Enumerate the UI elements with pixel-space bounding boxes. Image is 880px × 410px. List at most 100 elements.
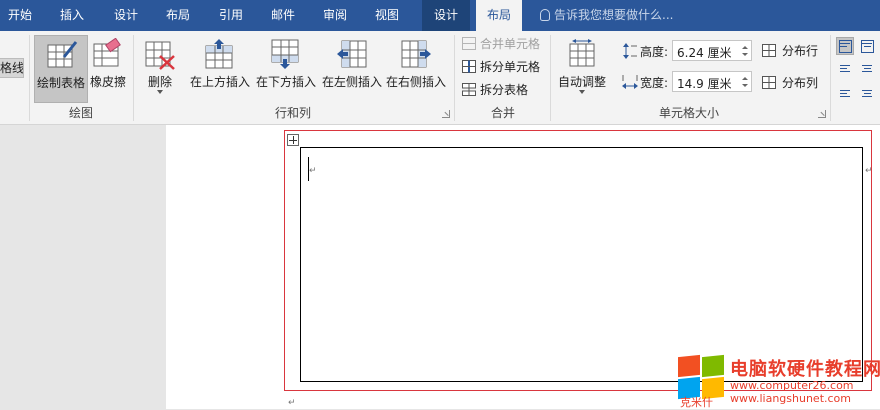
column-width-input[interactable]: 14.9 厘米 [672, 71, 752, 92]
insert-left-button[interactable]: 在左侧插入 [320, 35, 384, 103]
spin-down-icon[interactable] [742, 84, 748, 87]
split-table-icon [462, 83, 476, 96]
insert-below-button[interactable]: 在下方插入 [254, 35, 318, 103]
row-height-label: 高度: [640, 45, 669, 59]
align-middle-left-icon [840, 65, 850, 66]
group-separator [133, 35, 134, 121]
table-move-handle-icon[interactable] [287, 134, 299, 146]
table-cell[interactable] [300, 147, 863, 382]
insert-right-icon [401, 40, 431, 68]
insert-above-label: 在上方插入 [189, 75, 250, 89]
view-gridlines-button[interactable]: 格线 [0, 58, 24, 78]
tab-review[interactable]: 审阅 [312, 0, 358, 31]
draw-group-label: 绘图 [68, 106, 93, 120]
group-separator [454, 35, 455, 121]
tab-insert[interactable]: 插入 [46, 0, 98, 31]
insert-below-icon [271, 39, 299, 69]
split-cells-icon [462, 60, 476, 73]
insert-left-label: 在左侧插入 [321, 75, 382, 89]
rows-columns-dialog-launcher-icon[interactable] [442, 110, 450, 118]
draw-table-button[interactable]: 绘制表格 [34, 35, 88, 103]
distribute-columns-icon [762, 76, 776, 89]
rows-columns-group-label: 行和列 [274, 106, 311, 120]
distribute-columns-label: 分布列 [782, 76, 819, 90]
draw-table-label: 绘制表格 [36, 76, 85, 90]
spin-up-icon[interactable] [742, 46, 748, 49]
insert-left-icon [337, 40, 367, 68]
split-table-label: 拆分表格 [480, 83, 529, 97]
insert-above-button[interactable]: 在上方插入 [188, 35, 252, 103]
align-bottom-left-button[interactable] [836, 81, 854, 99]
group-separator [550, 35, 551, 121]
insert-right-label: 在右侧插入 [385, 75, 446, 89]
draw-table-icon [47, 41, 78, 68]
align-bottom-left-icon [840, 90, 850, 91]
view-gridlines-label: 格线 [0, 61, 24, 75]
paragraph-mark: ↵ [288, 398, 296, 408]
spin-down-icon[interactable] [742, 53, 748, 56]
group-separator [29, 35, 30, 121]
lightbulb-icon [540, 9, 550, 21]
column-width-control: 宽度: 14.9 厘米 [620, 71, 760, 93]
distribute-columns-button[interactable]: 分布列 [760, 73, 818, 93]
tab-layout[interactable]: 布局 [154, 0, 202, 31]
insert-right-button[interactable]: 在右侧插入 [384, 35, 448, 103]
delete-table-icon [145, 41, 175, 70]
spin-up-icon[interactable] [742, 77, 748, 80]
delete-button[interactable]: 删除 [138, 35, 182, 103]
eraser-button[interactable]: 橡皮擦 [88, 35, 128, 103]
tab-home[interactable]: 开始 [0, 0, 40, 31]
end-of-row-mark: ↵ [865, 166, 873, 176]
autofit-icon [569, 39, 595, 67]
row-height-input[interactable]: 6.24 厘米 [672, 40, 752, 61]
distribute-rows-label: 分布行 [782, 44, 819, 58]
merge-cells-label: 合并单元格 [480, 37, 541, 51]
distribute-rows-icon [762, 44, 776, 57]
column-width-label: 宽度: [640, 76, 669, 90]
tab-view[interactable]: 视图 [364, 0, 410, 31]
watermark-url: www.computer26.com [730, 379, 854, 392]
tab-design[interactable]: 设计 [104, 0, 148, 31]
cell-size-dialog-launcher-icon[interactable] [818, 110, 826, 118]
eraser-label: 橡皮擦 [89, 75, 126, 89]
insert-above-icon [205, 39, 233, 69]
row-height-icon [623, 43, 637, 59]
chevron-down-icon [579, 90, 585, 94]
tell-me-text: 告诉我您想要做什么... [554, 8, 674, 22]
ribbon: 格线 绘制表格 橡皮擦 绘图 删除 在上方插入 在下方插入 在左侧插入 在右侧插… [0, 31, 880, 125]
align-top-center-button[interactable] [858, 37, 876, 55]
split-cells-label: 拆分单元格 [480, 60, 541, 74]
watermark-title: 电脑软硬件教程网 [730, 359, 880, 380]
delete-label: 删除 [147, 75, 172, 89]
tab-references[interactable]: 引用 [208, 0, 254, 31]
column-width-value: 14.9 厘米 [677, 77, 732, 91]
merge-cells-button[interactable]: 合并单元格 [460, 34, 540, 54]
autofit-label: 自动调整 [557, 75, 606, 89]
row-height-control: 高度: 6.24 厘米 [620, 40, 760, 62]
paragraph-mark: ↵ [309, 166, 317, 176]
autofit-button[interactable]: 自动调整 [554, 35, 610, 103]
column-width-icon [622, 75, 638, 89]
align-bottom-center-icon [862, 90, 872, 91]
split-cells-button[interactable]: 拆分单元格 [460, 57, 540, 77]
align-middle-center-icon [862, 65, 872, 66]
align-top-left-button[interactable] [836, 37, 854, 55]
split-table-button[interactable]: 拆分表格 [460, 80, 528, 100]
ribbon-tab-bar: 开始 插入 设计 布局 引用 邮件 审阅 视图 设计 布局 告诉我您想要做什么.… [0, 0, 880, 31]
merge-group-label: 合并 [490, 106, 515, 120]
tell-me-search[interactable]: 告诉我您想要做什么... [540, 0, 673, 31]
align-middle-center-button[interactable] [858, 59, 876, 77]
merge-cells-icon [462, 37, 476, 50]
align-middle-left-button[interactable] [836, 59, 854, 77]
align-bottom-center-button[interactable] [858, 81, 876, 99]
insert-below-label: 在下方插入 [255, 75, 316, 89]
row-height-value: 6.24 厘米 [677, 46, 732, 60]
group-separator [830, 35, 831, 121]
chevron-down-icon [157, 90, 163, 94]
tab-table-design[interactable]: 设计 [422, 0, 470, 31]
tab-table-layout[interactable]: 布局 [476, 0, 522, 31]
distribute-rows-button[interactable]: 分布行 [760, 41, 818, 61]
cell-size-group-label: 单元格大小 [658, 106, 719, 120]
tab-mailings[interactable]: 邮件 [260, 0, 306, 31]
watermark-small-text: 克米什 [680, 396, 713, 409]
